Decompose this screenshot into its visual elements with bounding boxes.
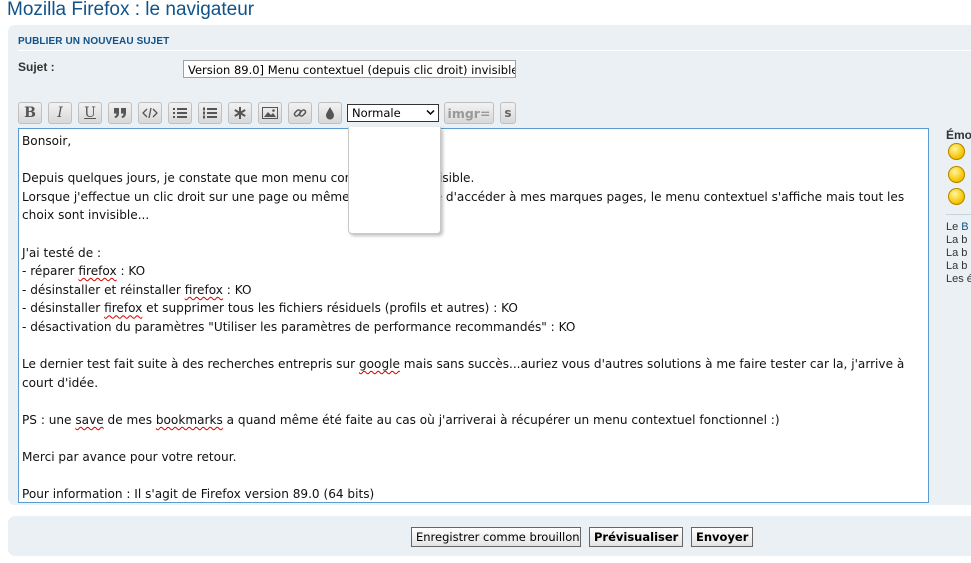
text-line: - réparer [22,264,79,279]
text-line: - désinstaller et réinstaller [22,282,185,297]
text-line: - désactivation du paramètres "Utiliser … [22,319,576,334]
misspelled-word[interactable]: firefox [104,301,142,315]
chevron-down-icon [426,109,435,116]
misspelled-word[interactable]: google [359,357,400,371]
text-line: : KO [222,282,252,297]
bold-button[interactable]: B [18,102,42,124]
text-paragraph: PS : une [22,412,76,427]
submit-button[interactable]: Envoyer [691,527,753,547]
numbered-list-button[interactable] [198,102,222,124]
font-size-selected: Normale [352,106,401,120]
preview-button[interactable]: Prévisualiser [589,527,683,547]
color-button[interactable] [318,102,342,124]
image-icon [262,107,278,119]
sidebar-divider [946,214,971,215]
misspelled-word[interactable]: firefox [185,283,223,297]
page-title: Mozilla Firefox : le navigateur [7,0,255,20]
emoticons-title: Émo [946,128,971,142]
underline-button[interactable]: U [78,102,102,124]
quote-button[interactable] [108,102,132,124]
imgr-button[interactable]: imgr= [444,102,494,124]
save-draft-button[interactable]: Enregistrer comme brouillon [411,527,581,547]
s-button[interactable]: s [500,102,516,124]
font-size-select[interactable]: Normale [347,104,439,122]
bullet-list-button[interactable] [168,102,192,124]
link-button[interactable] [288,102,312,124]
message-editor[interactable]: Bonsoir, Depuis quelques jours, je const… [18,128,929,503]
list-item-button[interactable] [228,102,252,124]
sidebar-link-text: Le [946,221,962,233]
text-paragraph: de mes [103,412,156,427]
italic-icon: I [57,105,63,121]
numbered-list-icon [203,107,217,119]
sidebar-link[interactable]: La b [946,234,967,246]
subject-input[interactable]: Version 89.0] Menu contextuel (depuis cl… [183,60,516,78]
italic-button[interactable]: I [48,102,72,124]
image-button[interactable] [258,102,282,124]
sidebar-link-text: B [961,221,969,233]
section-header: PUBLIER UN NOUVEAU SUJET [18,36,170,47]
text-line: - désinstaller [22,301,105,316]
bold-icon: B [24,105,36,121]
section-divider [18,50,971,51]
misspelled-word[interactable]: save [75,413,103,427]
text-line: Pour information : Il s'agit de Firefox … [22,487,375,502]
quote-icon [114,108,126,118]
text-paragraph: Lorsque j'effectue un clic droit sur une… [22,189,909,223]
exclamation-smiley-icon[interactable] [948,188,965,205]
sidebar-link[interactable]: La b [946,247,967,259]
text-line: Merci par avance pour votre retour. [22,450,237,465]
text-line: et supprimer tous les fichiers résiduels… [142,301,518,316]
color-drop-icon [326,106,334,119]
text-paragraph: a quand même été faite au cas où j'arriv… [222,412,780,427]
misspelled-word[interactable]: bookmarks [156,413,223,427]
bullet-list-icon [173,108,187,118]
misspelled-word[interactable]: firefox [78,264,116,278]
message-text: Bonsoir, Depuis quelques jours, je const… [22,132,920,504]
angry-smiley-icon[interactable] [948,166,965,183]
sidebar-link[interactable]: Le B [946,221,969,233]
text-greeting: Bonsoir, [22,134,72,148]
code-icon [142,107,158,119]
underline-icon: U [84,105,96,121]
sidebar-link[interactable]: Les é [946,273,971,285]
subject-label: Sujet : [18,60,55,74]
text-line: J'ai testé de : [22,245,102,260]
font-size-dropdown-list[interactable] [348,127,441,234]
sidebar-link[interactable]: La b [946,260,967,272]
asterisk-icon [234,107,246,119]
code-button[interactable] [138,102,162,124]
text-paragraph: Le dernier test fait suite à des recherc… [22,357,359,372]
link-icon [293,109,307,117]
grin-smiley-icon[interactable] [948,143,965,160]
text-line: : KO [116,264,146,279]
